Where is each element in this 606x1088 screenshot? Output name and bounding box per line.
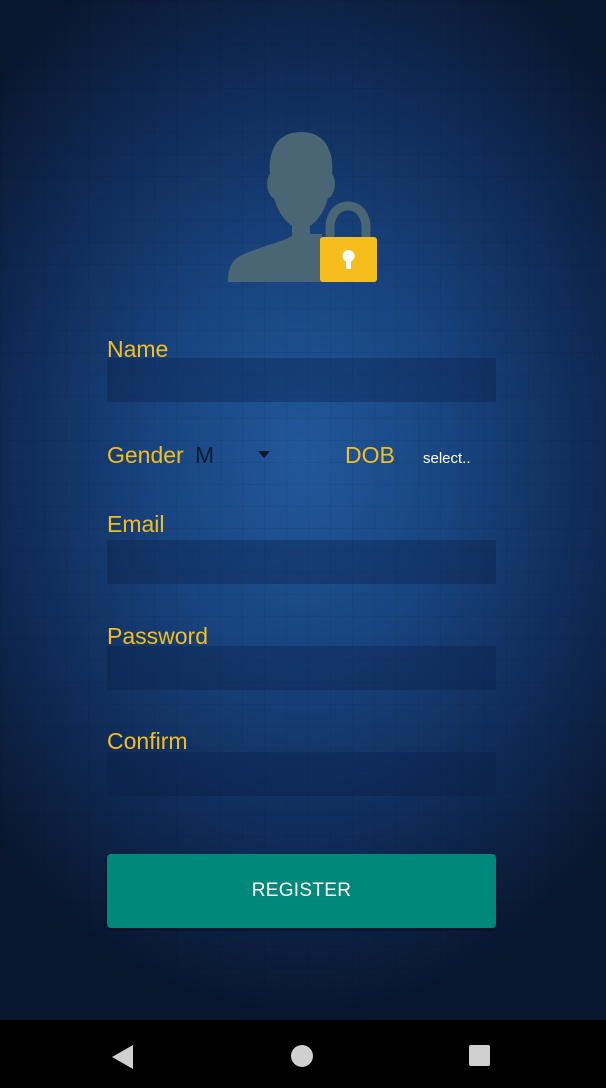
register-button[interactable]: REGISTER — [107, 854, 496, 928]
user-lock-icon — [228, 132, 377, 282]
gender-label: Gender — [107, 442, 184, 468]
dropdown-arrow-icon[interactable] — [258, 451, 270, 458]
recent-apps-icon[interactable] — [469, 1045, 490, 1066]
register-screen: Name Gender M DOB select.. Email Passwor… — [0, 0, 606, 1020]
back-icon[interactable] — [112, 1045, 133, 1069]
name-input[interactable] — [107, 358, 496, 402]
home-icon[interactable] — [291, 1045, 313, 1067]
dob-picker[interactable]: select.. — [423, 450, 471, 468]
confirm-password-input[interactable] — [107, 752, 496, 796]
password-input[interactable] — [107, 646, 496, 690]
dob-label: DOB — [345, 442, 395, 468]
confirm-label: Confirm — [107, 728, 188, 754]
email-input[interactable] — [107, 540, 496, 584]
gender-select[interactable]: M — [195, 441, 214, 469]
email-label: Email — [107, 511, 165, 537]
